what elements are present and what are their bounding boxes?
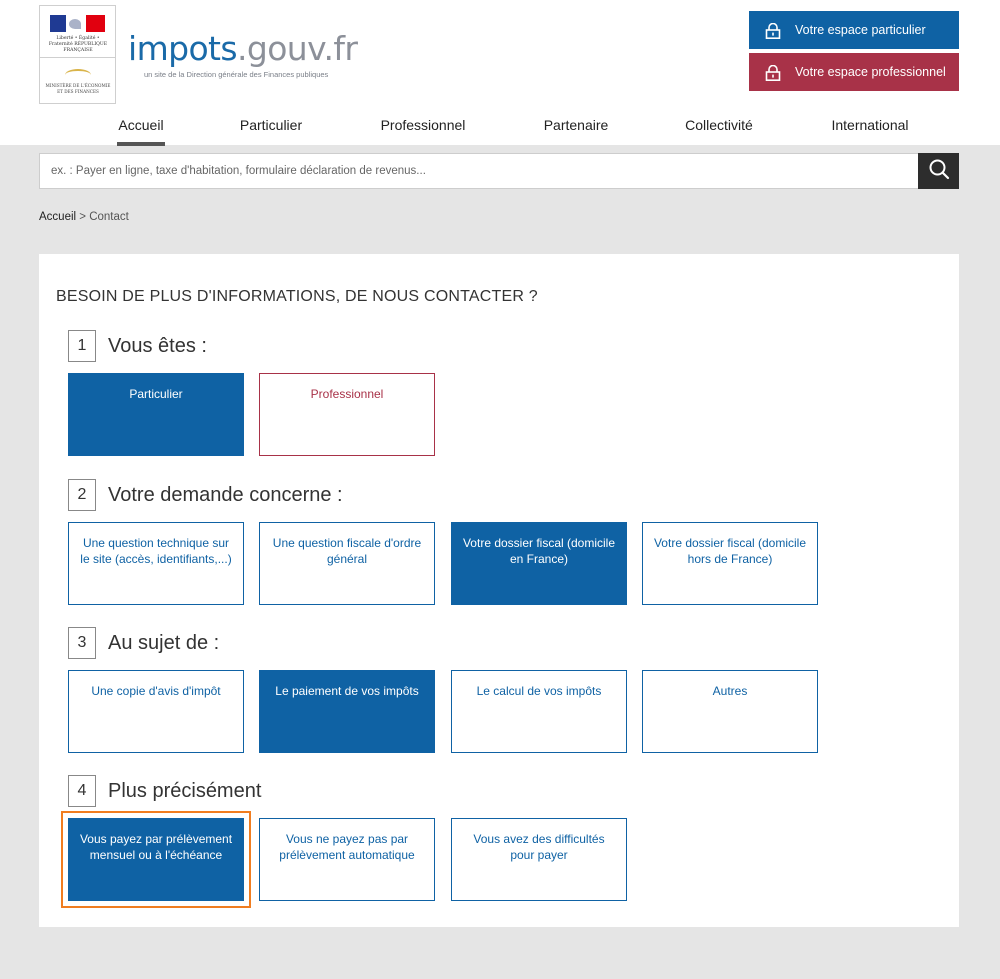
choice-copie-avis[interactable]: Une copie d'avis d'impôt	[68, 670, 244, 753]
choice-autres[interactable]: Autres	[642, 670, 818, 753]
step-number: 1	[68, 330, 96, 362]
step-number: 4	[68, 775, 96, 807]
ministry-text: MINISTÈRE DE L'ÉCONOMIE ET DES FINANCES	[45, 83, 111, 94]
brand-subtitle: un site de la Direction générale des Fin…	[144, 70, 329, 79]
step-number: 3	[68, 627, 96, 659]
choice-particulier[interactable]: Particulier	[68, 373, 244, 456]
site-header: Liberté • Égalité • Fraternité RÉPUBLIQU…	[0, 0, 1000, 146]
choice-question-technique[interactable]: Une question technique sur le site (accè…	[68, 522, 244, 605]
breadcrumb: Accueil > Contact	[39, 211, 129, 223]
nav-item-partenaire[interactable]: Partenaire	[542, 112, 610, 146]
republique-francaise-logo: Liberté • Égalité • Fraternité RÉPUBLIQU…	[40, 6, 115, 58]
choice-difficultes-payer[interactable]: Vous avez des difficultés pour payer	[451, 818, 627, 901]
nav-item-international[interactable]: International	[828, 112, 912, 146]
search-icon	[928, 158, 950, 185]
lock-icon	[764, 65, 782, 81]
lock-icon	[764, 23, 782, 39]
nav-item-accueil[interactable]: Accueil	[117, 112, 165, 146]
espace-professionnel-button[interactable]: Votre espace professionnel	[749, 53, 959, 91]
step-label: Vous êtes :	[108, 335, 207, 357]
nav-item-particulier[interactable]: Particulier	[238, 112, 304, 146]
brand-part-1: impots	[128, 29, 238, 68]
logo-motto: Liberté • Égalité • Fraternité RÉPUBLIQU…	[48, 36, 108, 53]
choice-dossier-hors-france[interactable]: Votre dossier fiscal (domicile hors de F…	[642, 522, 818, 605]
nav-item-professionnel[interactable]: Professionnel	[378, 112, 468, 146]
choice-professionnel[interactable]: Professionnel	[259, 373, 435, 456]
choice-prelevement-mensuel[interactable]: Vous payez par prélèvement mensuel ou à …	[61, 811, 251, 908]
marianne-flag-icon	[50, 15, 105, 32]
site-brand-logo[interactable]: impots.gouv.fr	[128, 26, 358, 72]
breadcrumb-separator: >	[76, 211, 90, 223]
choice-dossier-france[interactable]: Votre dossier fiscal (domicile en France…	[451, 522, 627, 605]
breadcrumb-home-link[interactable]: Accueil	[39, 211, 76, 223]
search-bar	[39, 153, 959, 189]
page-title: BESOIN DE PLUS D'INFORMATIONS, DE NOUS C…	[56, 288, 538, 305]
choice-question-fiscale[interactable]: Une question fiscale d'ordre général	[259, 522, 435, 605]
espace-particulier-button[interactable]: Votre espace particulier	[749, 11, 959, 49]
search-input[interactable]	[40, 154, 918, 188]
search-button[interactable]	[918, 153, 959, 189]
brand-part-2: .gouv.fr	[236, 29, 358, 68]
marianne-logo[interactable]: Liberté • Égalité • Fraternité RÉPUBLIQU…	[39, 5, 116, 104]
espace-particulier-label: Votre espace particulier	[795, 23, 926, 37]
nav-item-collectivite[interactable]: Collectivité	[683, 112, 755, 146]
step-label: Plus précisément	[108, 780, 262, 802]
main-nav: Accueil Particulier Professionnel Parten…	[80, 112, 960, 146]
espace-professionnel-label: Votre espace professionnel	[795, 65, 946, 79]
choice-paiement-impots[interactable]: Le paiement de vos impôts	[259, 670, 435, 753]
contact-panel: BESOIN DE PLUS D'INFORMATIONS, DE NOUS C…	[39, 254, 959, 927]
ministry-arc-icon	[65, 69, 91, 81]
step-label: Votre demande concerne :	[108, 484, 343, 506]
step-label: Au sujet de :	[108, 632, 220, 654]
choice-calcul-impots[interactable]: Le calcul de vos impôts	[451, 670, 627, 753]
breadcrumb-current: Contact	[89, 211, 129, 223]
choice-pas-prelevement[interactable]: Vous ne payez pas par prélèvement automa…	[259, 818, 435, 901]
ministry-logo: MINISTÈRE DE L'ÉCONOMIE ET DES FINANCES	[40, 58, 115, 103]
step-number: 2	[68, 479, 96, 511]
